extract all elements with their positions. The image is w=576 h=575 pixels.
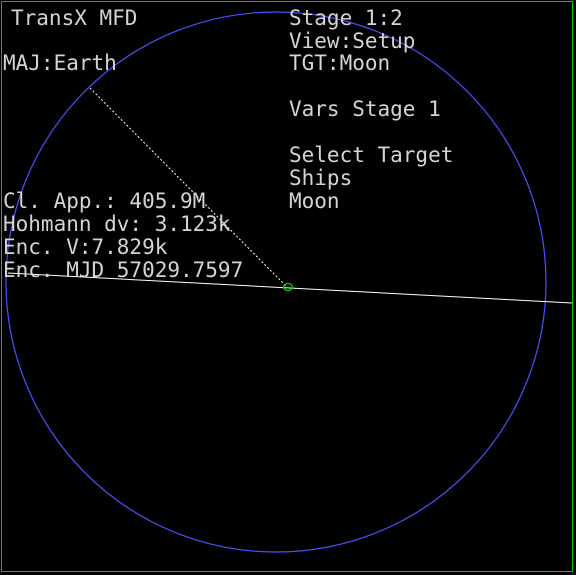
encounter-mjd-readout: Enc. MJD 57029.7597: [3, 258, 244, 282]
major-body-label: MAJ:Earth: [3, 51, 117, 75]
transx-mfd-display: TransX MFD MAJ:Earth Stage 1:2 View:Setu…: [0, 0, 576, 575]
target-orbit-circle: [5, 11, 547, 553]
select-target-label: Select Target: [289, 143, 454, 167]
closest-approach-readout: Cl. App.: 405.9M: [3, 189, 206, 213]
target-option-ships[interactable]: Ships: [289, 167, 352, 190]
vars-stage-heading: Vars Stage 1: [289, 97, 441, 121]
mfd-title: TransX MFD: [11, 6, 138, 30]
hohmann-dv-readout: Hohmann dv: 3.123k: [3, 212, 231, 236]
encounter-velocity-readout: Enc. V:7.829k: [3, 235, 168, 259]
view-mode-indicator: View:Setup: [289, 29, 416, 53]
target-indicator: TGT:Moon: [289, 51, 391, 75]
target-option-moon[interactable]: Moon: [289, 190, 340, 213]
orbit-plot: [5, 11, 573, 553]
vessel-marker-icon: [282, 282, 294, 292]
stage-indicator: Stage 1:2: [289, 6, 403, 30]
